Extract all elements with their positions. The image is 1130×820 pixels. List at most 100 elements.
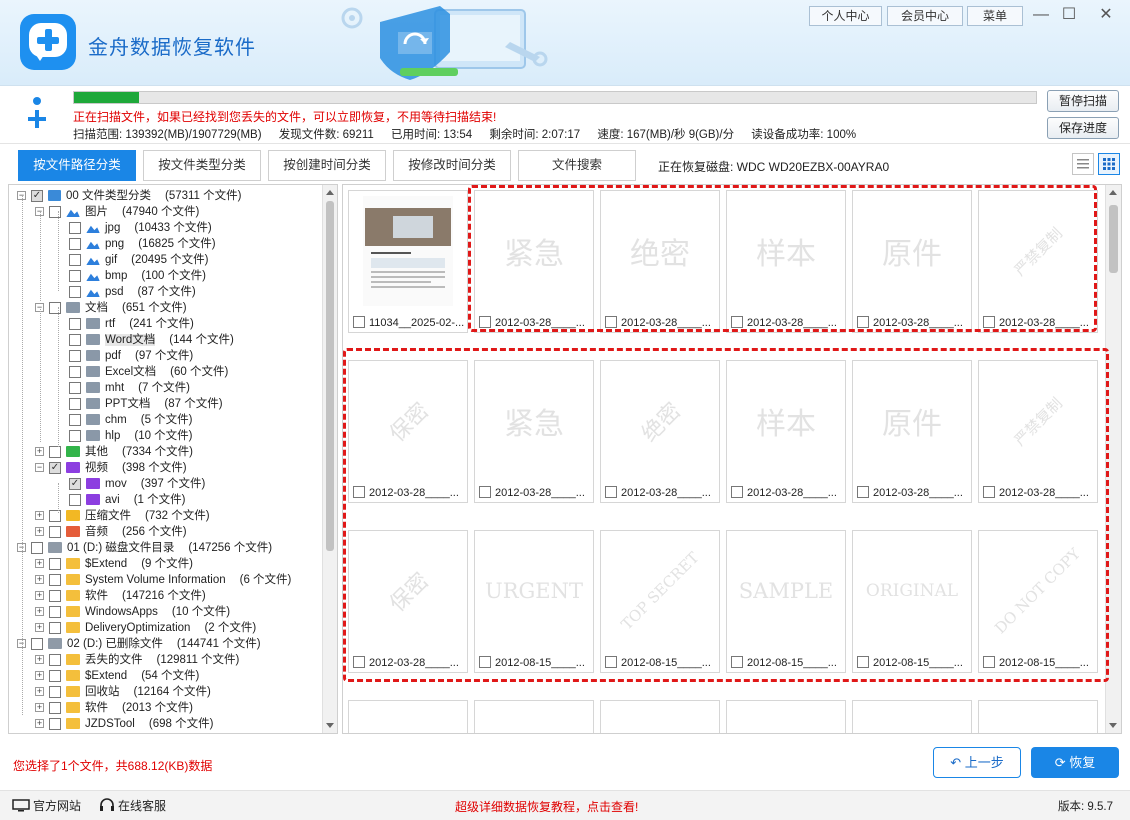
file-card[interactable]: 严禁复制 2012-03-28____... <box>978 360 1098 503</box>
file-card[interactable]: 保密 2012-03-28____... <box>348 360 468 503</box>
file-checkbox[interactable] <box>731 316 743 328</box>
file-thumbnail[interactable]: 绝密 <box>601 191 719 311</box>
tree-item[interactable]: Word文档 (144 个文件) <box>69 332 234 348</box>
tree-checkbox[interactable] <box>49 509 61 522</box>
tree-item[interactable]: + 软件 (2013 个文件) <box>35 700 193 716</box>
file-thumbnail[interactable] <box>601 701 719 733</box>
tree-checkbox[interactable] <box>49 445 61 458</box>
folder-tree[interactable]: − ✓ 00 文件类型分类 (57311 个文件) − 图片 (47940 个文件) jpg(… <box>8 184 338 734</box>
tree-item[interactable]: + 软件 (147216 个文件) <box>35 588 206 604</box>
tree-checkbox[interactable] <box>69 221 81 234</box>
tree-item[interactable]: + WindowsApps (10 个文件) <box>35 604 230 620</box>
expand-toggle-icon[interactable]: + <box>35 591 44 601</box>
tree-checkbox[interactable] <box>49 573 61 586</box>
file-checkbox[interactable] <box>857 486 869 498</box>
tree-checkbox[interactable]: ✓ <box>31 189 43 202</box>
expand-toggle-icon[interactable]: + <box>35 623 44 633</box>
tree-item[interactable]: + 压缩文件 (732 个文件) <box>35 508 210 524</box>
tree-checkbox[interactable] <box>69 349 81 362</box>
tab-by-created[interactable]: 按创建时间分类 <box>268 150 386 181</box>
file-card[interactable]: ORIGINAL 2012-08-15____... <box>852 530 972 673</box>
file-card[interactable]: 严禁复制 2012-03-28____... <box>978 190 1098 333</box>
tree-item[interactable]: + $Extend (54 个文件) <box>35 668 199 684</box>
tree-item[interactable]: + $Extend (9 个文件) <box>35 556 193 572</box>
tree-item[interactable]: jpg (10433 个文件) <box>69 220 212 236</box>
file-checkbox[interactable] <box>353 486 365 498</box>
tree-checkbox[interactable] <box>49 605 61 618</box>
file-checkbox[interactable] <box>605 656 617 668</box>
file-card[interactable]: 紧急 2012-03-28____... <box>474 360 594 503</box>
file-checkbox[interactable] <box>605 486 617 498</box>
tree-item[interactable]: + JZDSTool (698 个文件) <box>35 716 213 732</box>
tree-checkbox[interactable] <box>69 333 81 346</box>
file-checkbox[interactable] <box>353 656 365 668</box>
tree-checkbox[interactable] <box>49 589 61 602</box>
file-checkbox[interactable] <box>731 486 743 498</box>
tree-item[interactable]: − ✓ 00 文件类型分类 (57311 个文件) <box>17 188 241 204</box>
file-thumbnail[interactable] <box>349 701 467 733</box>
expand-toggle-icon[interactable]: + <box>35 671 44 681</box>
file-thumbnail[interactable]: 严禁复制 <box>979 361 1097 481</box>
file-card[interactable] <box>600 700 720 733</box>
file-thumbnail[interactable]: 紧急 <box>475 361 593 481</box>
expand-toggle-icon[interactable]: + <box>35 511 44 521</box>
file-card[interactable]: DO NOT COPY 2012-08-15____... <box>978 530 1098 673</box>
grid-view-icon[interactable] <box>1098 153 1120 175</box>
file-thumbnail[interactable]: 样本 <box>727 361 845 481</box>
tree-item[interactable]: −02 (D:) 已删除文件 (144741 个文件) <box>17 636 261 652</box>
file-card[interactable]: SAMPLE 2012-08-15____... <box>726 530 846 673</box>
grid-scrollbar[interactable] <box>1105 185 1121 733</box>
tree-checkbox[interactable] <box>31 541 43 554</box>
tree-item[interactable]: PPT文档 (87 个文件) <box>69 396 223 412</box>
grid-scroll-down-icon[interactable] <box>1109 723 1117 728</box>
official-website-link[interactable]: 官方网站 <box>12 797 81 814</box>
save-progress-button[interactable]: 保存进度 <box>1047 117 1119 139</box>
expand-toggle-icon[interactable]: + <box>35 527 44 537</box>
tutorial-link[interactable]: 超级详细数据恢复教程，点击查看! <box>455 798 638 815</box>
maximize-icon[interactable]: ☐ <box>1056 4 1082 26</box>
file-thumbnail[interactable]: TOP SECRET <box>601 531 719 651</box>
grid-scroll-thumb[interactable] <box>1109 205 1118 273</box>
file-checkbox[interactable] <box>983 656 995 668</box>
tree-item[interactable]: pdf (97 个文件) <box>69 348 193 364</box>
tree-checkbox[interactable]: ✓ <box>69 477 81 490</box>
tree-item[interactable]: ✓ mov (397 个文件) <box>69 476 205 492</box>
tree-checkbox[interactable] <box>49 525 61 538</box>
tree-item[interactable]: bmp (100 个文件) <box>69 268 206 284</box>
tree-checkbox[interactable] <box>69 269 81 282</box>
tree-scroll-thumb[interactable] <box>326 201 334 551</box>
list-view-icon[interactable] <box>1072 153 1094 175</box>
file-card[interactable] <box>474 700 594 733</box>
file-thumbnail[interactable]: SAMPLE <box>727 531 845 651</box>
tree-checkbox[interactable] <box>69 317 81 330</box>
file-card[interactable]: 绝密 2012-03-28____... <box>600 190 720 333</box>
expand-toggle-icon[interactable]: + <box>35 703 44 713</box>
tree-checkbox[interactable] <box>69 237 81 250</box>
tree-checkbox[interactable] <box>69 365 81 378</box>
tree-item[interactable]: + 音频 (256 个文件) <box>35 524 187 540</box>
file-checkbox[interactable] <box>353 316 365 328</box>
file-checkbox[interactable] <box>857 656 869 668</box>
tree-item[interactable]: − ✓ 视频 (398 个文件) <box>35 460 187 476</box>
file-checkbox[interactable] <box>479 316 491 328</box>
file-card[interactable] <box>978 700 1098 733</box>
tab-by-type[interactable]: 按文件类型分类 <box>143 150 261 181</box>
tree-checkbox[interactable] <box>69 413 81 426</box>
tree-checkbox[interactable] <box>31 637 43 650</box>
file-thumbnail[interactable]: 绝密 <box>601 361 719 481</box>
tree-checkbox[interactable] <box>49 669 61 682</box>
file-thumbnail[interactable]: DO NOT COPY <box>979 531 1097 651</box>
tree-item[interactable]: − 图片 (47940 个文件) <box>35 204 199 220</box>
expand-toggle-icon[interactable]: + <box>35 655 44 665</box>
tree-checkbox[interactable] <box>49 621 61 634</box>
tree-item[interactable]: + System Volume Information (6 个文件) <box>35 572 291 588</box>
file-thumbnail[interactable] <box>475 701 593 733</box>
tree-checkbox[interactable] <box>69 397 81 410</box>
file-thumbnail[interactable]: 保密 <box>349 361 467 481</box>
tree-checkbox[interactable] <box>69 285 81 298</box>
scroll-down-icon[interactable] <box>326 723 334 728</box>
expand-toggle-icon[interactable]: + <box>35 559 44 569</box>
tree-item[interactable]: gif (20495 个文件) <box>69 252 209 268</box>
file-card[interactable]: 原件 2012-03-28____... <box>852 190 972 333</box>
recover-button[interactable]: ⟳ 恢复 <box>1031 747 1119 778</box>
